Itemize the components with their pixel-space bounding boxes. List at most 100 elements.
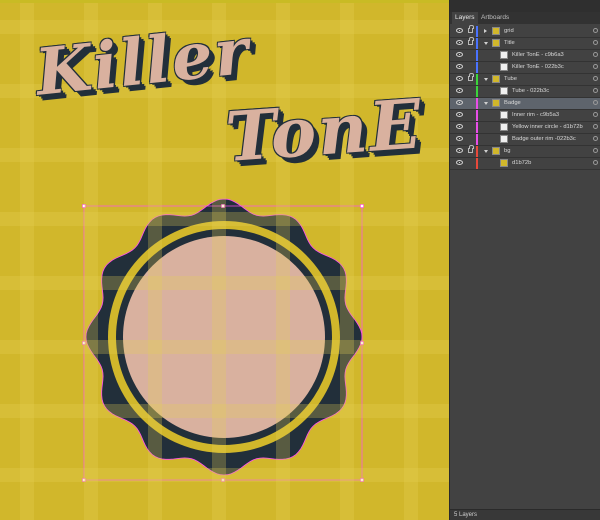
layer-color-bar	[476, 158, 478, 169]
layer-row[interactable]: Killer TonE - c9b6a3	[450, 50, 600, 62]
target-circle-icon[interactable]	[593, 160, 598, 165]
target-circle-icon[interactable]	[593, 76, 598, 81]
visibility-eye-icon[interactable]	[456, 76, 463, 81]
target-circle-icon[interactable]	[593, 64, 598, 69]
target-circle-icon[interactable]	[593, 40, 598, 45]
artboard-canvas[interactable]: Killer TonE	[0, 0, 449, 520]
lock-icon[interactable]	[468, 25, 474, 33]
panel-tabs: Layers Artboards	[450, 12, 600, 24]
layer-row[interactable]: Tube - 022b3c	[450, 86, 600, 98]
visibility-eye-icon[interactable]	[456, 124, 463, 129]
layer-row[interactable]: d1b72b	[450, 158, 600, 170]
grid-row	[0, 468, 449, 482]
layer-row[interactable]: Badge	[450, 98, 600, 110]
layer-color-bar	[476, 38, 478, 49]
grid-row	[0, 404, 449, 418]
layer-color-bar	[476, 26, 478, 37]
layer-name[interactable]: Killer TonE - c9b6a3	[512, 50, 564, 61]
layer-list: grid Title Killer TonE - c9b6a3 Killer TonE…	[450, 25, 600, 170]
chevron-down-icon[interactable]	[484, 78, 488, 81]
layer-name[interactable]: grid	[504, 26, 514, 37]
target-circle-icon[interactable]	[593, 124, 598, 129]
layer-row[interactable]: Inner rim - c9b5a3	[450, 110, 600, 122]
visibility-eye-icon[interactable]	[456, 100, 463, 105]
chevron-down-icon[interactable]	[484, 102, 488, 105]
target-circle-icon[interactable]	[593, 112, 598, 117]
layer-thumbnail	[492, 147, 500, 155]
grid-row	[0, 276, 449, 290]
layer-thumbnail	[500, 111, 508, 119]
layer-name[interactable]: Title	[504, 38, 515, 49]
visibility-eye-icon[interactable]	[456, 64, 463, 69]
layer-name[interactable]: Inner rim - c9b5a3	[512, 110, 559, 121]
grid-column	[404, 0, 418, 520]
target-circle-icon[interactable]	[593, 100, 598, 105]
tab-artboards[interactable]: Artboards	[478, 12, 512, 24]
layer-name[interactable]: bg	[504, 146, 510, 157]
target-circle-icon[interactable]	[593, 148, 598, 153]
layer-name[interactable]: d1b72b	[512, 158, 531, 169]
layer-thumbnail	[492, 27, 500, 35]
grid-column	[276, 0, 290, 520]
lock-icon[interactable]	[468, 37, 474, 45]
layers-panel: Layers Artboards grid Title Killer TonE - …	[449, 0, 600, 520]
lock-icon[interactable]	[468, 52, 473, 57]
layer-thumbnail	[500, 123, 508, 131]
layer-row[interactable]: Title	[450, 37, 600, 50]
lock-icon[interactable]	[468, 124, 473, 129]
visibility-eye-icon[interactable]	[456, 112, 463, 117]
target-circle-icon[interactable]	[593, 88, 598, 93]
layer-row[interactable]: bg	[450, 145, 600, 158]
chevron-down-icon[interactable]	[484, 150, 488, 153]
layer-name[interactable]: Yellow inner circle - d1b72b	[512, 122, 583, 133]
panel-title-bar[interactable]	[450, 0, 600, 12]
layer-thumbnail	[500, 87, 508, 95]
layer-row[interactable]: Yellow inner circle - d1b72b	[450, 122, 600, 134]
layer-name[interactable]: Tube - 022b3c	[512, 86, 549, 97]
target-circle-icon[interactable]	[593, 136, 598, 141]
chevron-down-icon[interactable]	[484, 42, 488, 45]
layer-thumbnail	[500, 159, 508, 167]
panel-footer: 5 Layers	[450, 509, 600, 520]
layer-color-bar	[476, 98, 478, 109]
visibility-eye-icon[interactable]	[456, 148, 463, 153]
visibility-eye-icon[interactable]	[456, 160, 463, 165]
tab-layers[interactable]: Layers	[452, 12, 478, 24]
target-circle-icon[interactable]	[593, 52, 598, 57]
chevron-right-icon[interactable]	[484, 29, 487, 33]
selection-handle[interactable]	[360, 204, 364, 208]
layer-count: 5 Layers	[454, 512, 478, 518]
layer-name[interactable]: Badge outer rim -022b3c	[512, 134, 576, 145]
layer-name[interactable]: Badge	[504, 98, 521, 109]
grid-row	[0, 340, 449, 354]
grid-column	[340, 0, 354, 520]
layer-color-bar	[476, 62, 478, 73]
visibility-eye-icon[interactable]	[456, 40, 463, 45]
layer-color-bar	[476, 134, 478, 145]
lock-icon[interactable]	[468, 73, 474, 81]
layer-thumbnail	[492, 99, 500, 107]
layer-row[interactable]: Tube	[450, 73, 600, 86]
title-tone[interactable]: TonE	[223, 84, 426, 178]
layer-thumbnail	[500, 63, 508, 71]
layer-name[interactable]: Killer TonE - 022b3c	[512, 62, 564, 73]
lock-icon[interactable]	[468, 160, 473, 165]
lock-icon[interactable]	[468, 136, 473, 141]
layer-thumbnail	[492, 75, 500, 83]
lock-icon[interactable]	[468, 145, 474, 153]
layer-name[interactable]: Tube	[504, 74, 517, 85]
target-circle-icon[interactable]	[593, 28, 598, 33]
layer-color-bar	[476, 86, 478, 97]
artboard[interactable]: Killer TonE	[0, 0, 449, 520]
visibility-eye-icon[interactable]	[456, 136, 463, 141]
layer-thumbnail	[500, 135, 508, 143]
grid-row	[0, 212, 449, 226]
lock-icon[interactable]	[468, 64, 473, 69]
lock-icon[interactable]	[468, 112, 473, 117]
visibility-eye-icon[interactable]	[456, 88, 463, 93]
lock-icon[interactable]	[468, 100, 473, 105]
visibility-eye-icon[interactable]	[456, 52, 463, 57]
layer-thumbnail	[500, 51, 508, 59]
lock-icon[interactable]	[468, 88, 473, 93]
visibility-eye-icon[interactable]	[456, 28, 463, 33]
